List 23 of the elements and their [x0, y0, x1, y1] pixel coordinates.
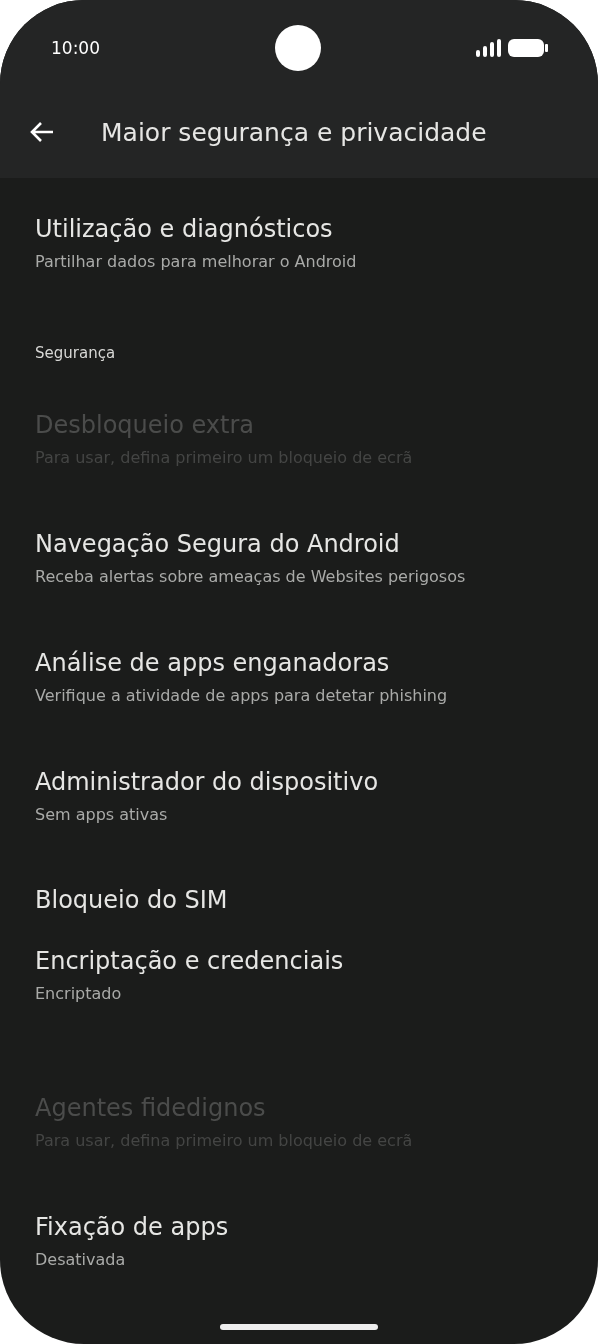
section-header: Segurança: [34, 343, 117, 364]
item-subtitle: Encriptado: [35, 983, 123, 1005]
item-title: Navegação Segura do Android: [35, 529, 401, 559]
settings-item[interactable]: Fixação de apps Desativada: [0, 1182, 598, 1301]
settings-item[interactable]: Análise de apps enganadoras Verifique a atividade de apps para detetar phishing: [0, 618, 598, 737]
item-subtitle: Sem apps ativas: [35, 804, 169, 826]
item-title: Bloqueio do SIM: [35, 885, 229, 915]
settings-item[interactable]: Encriptação e credenciais Encriptado: [0, 916, 598, 1035]
item-subtitle: Verifique a atividade de apps para detetar phishing: [35, 685, 449, 707]
settings-item[interactable]: Utilização e diagnósticos Partilhar dados para melhorar o Android: [0, 184, 598, 303]
item-subtitle: Partilhar dados para melhorar o Android: [35, 251, 358, 273]
settings-item[interactable]: Bloqueio do SIM: [0, 856, 598, 916]
item-title: Utilização e diagnósticos: [35, 214, 334, 244]
item-title: Encriptação e credenciais: [35, 946, 345, 976]
item-title: Análise de apps enganadoras: [35, 648, 391, 678]
screen-title: Maior segurança e privacidade: [101, 117, 487, 147]
settings-item[interactable]: Navegação Segura do Android Receba alertas sobre ameaças de Websites perigosos: [0, 499, 598, 618]
status-time: 10:00: [51, 38, 100, 58]
item-title: Fixação de apps: [35, 1212, 230, 1242]
item-subtitle: Receba alertas sobre ameaças de Websites perigosos: [35, 566, 467, 588]
item-subtitle: Desativada: [35, 1249, 127, 1271]
item-title: Administrador do dispositivo: [35, 767, 380, 797]
settings-item[interactable]: Administrador do dispositivo Sem apps ativas: [0, 737, 598, 856]
